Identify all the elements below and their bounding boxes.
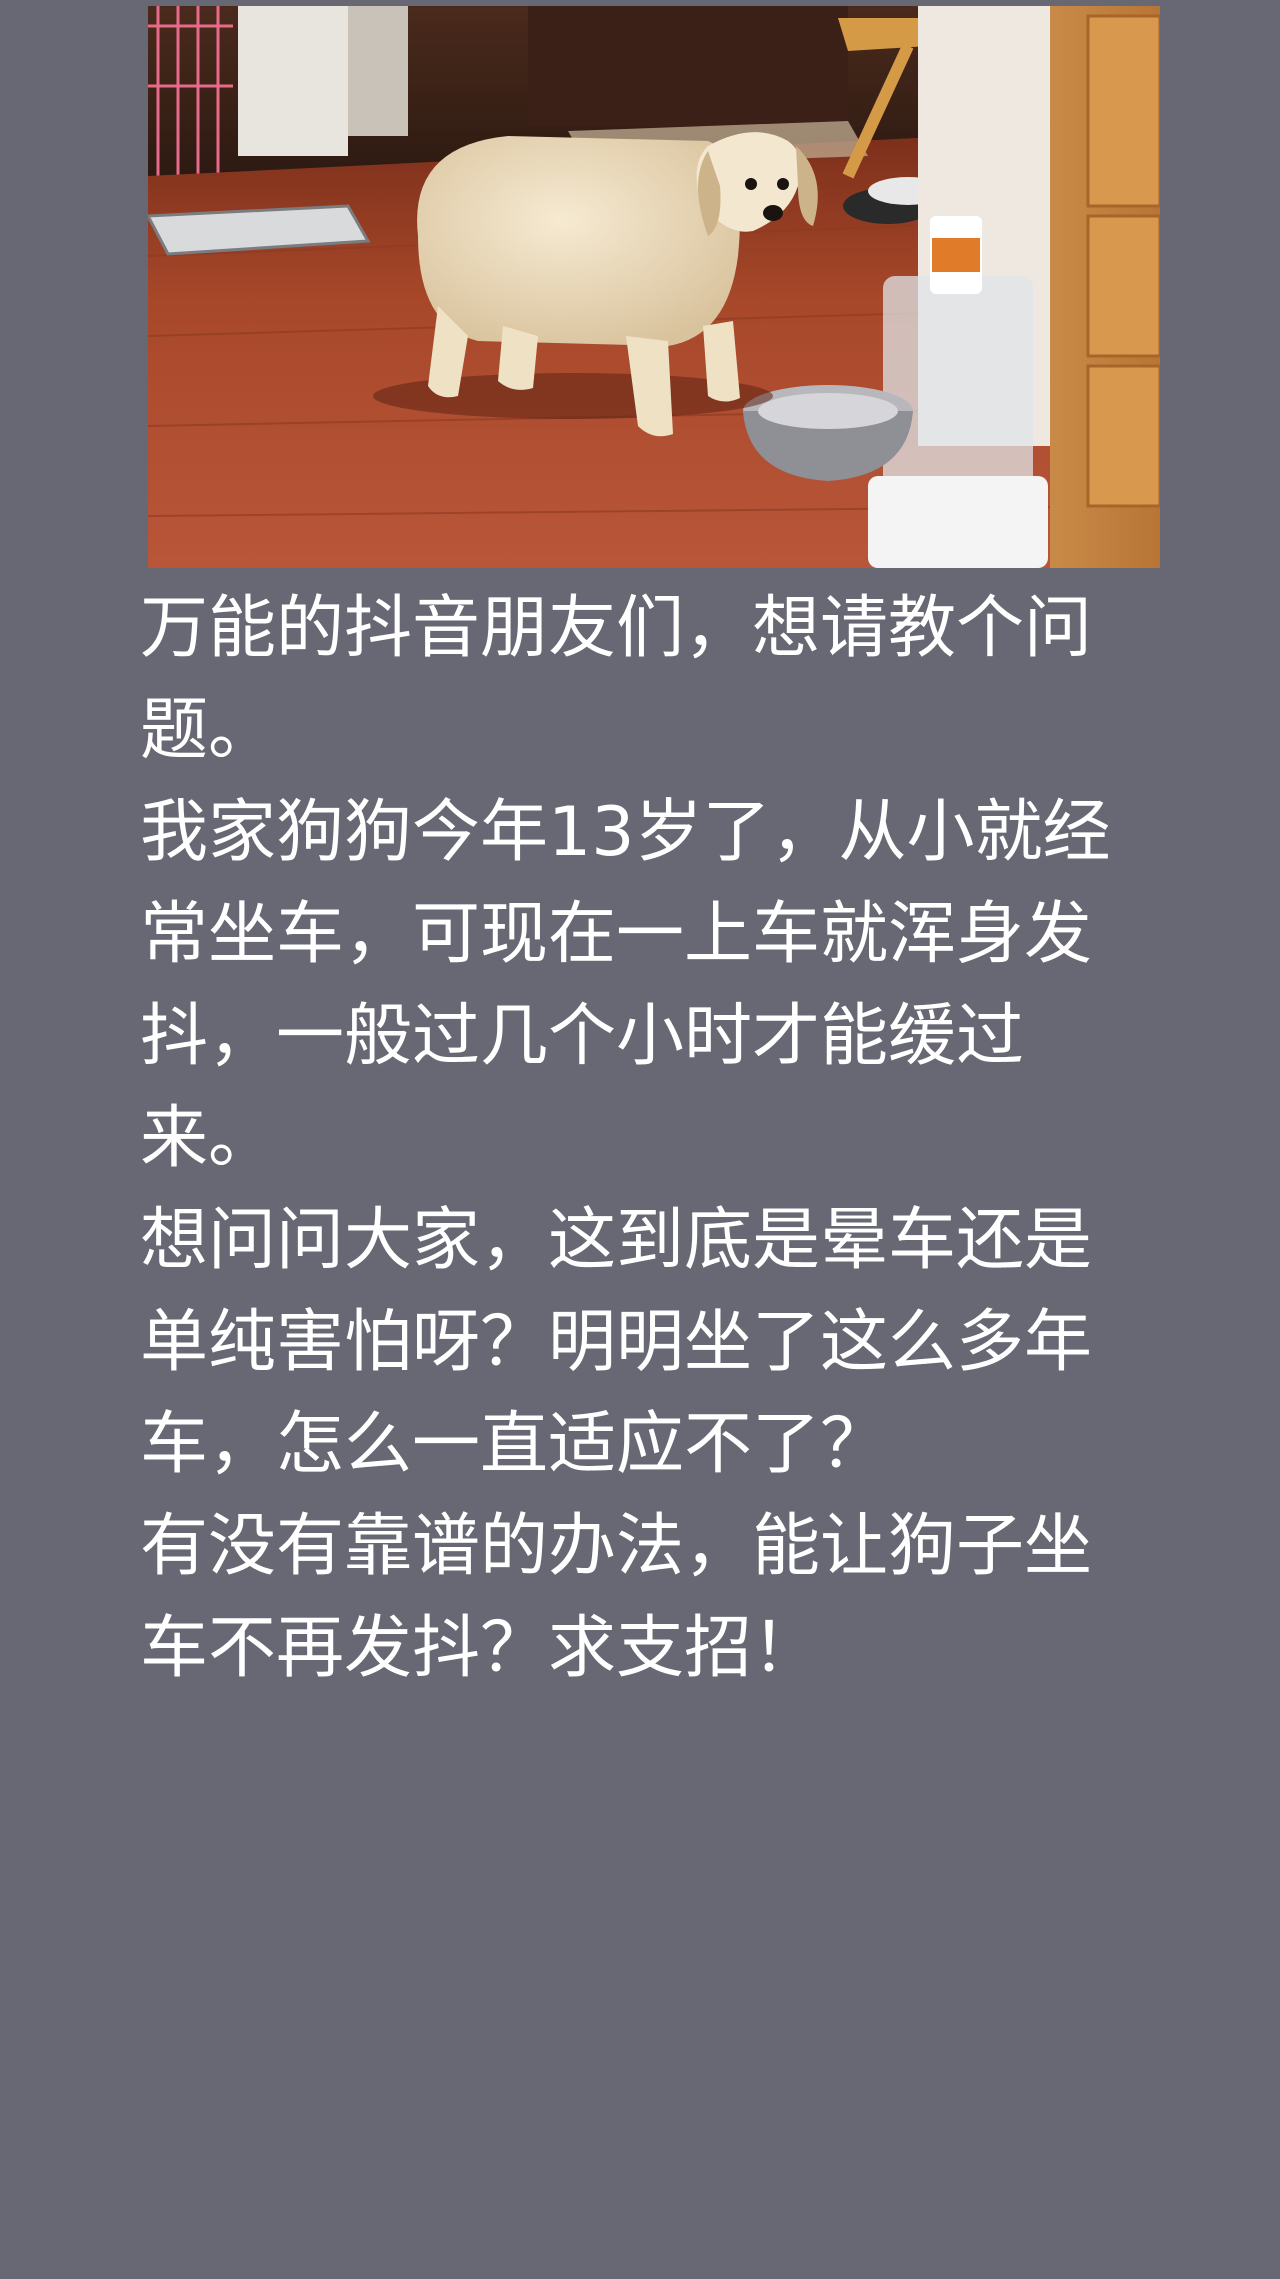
post-body: 万能的抖音朋友们，想请教个问题。 我家狗狗今年13岁了，从小就经常坐车，可现在一… (140, 578, 1140, 1700)
post-paragraph: 我家狗狗今年13岁了，从小就经常坐车，可现在一上车就浑身发抖，一般过几个小时才能… (140, 793, 1111, 1178)
dog-photo-illustration (148, 6, 1160, 568)
post-paragraph: 有没有靠谱的办法，能让狗子坐车不再发抖？求支招！ (140, 1507, 1093, 1688)
post-paragraph: 想问问大家，这到底是晕车还是单纯害怕呀？明明坐了这么多年车，怎么一直适应不了？ (140, 1201, 1093, 1484)
stool (838, 18, 928, 51)
post-paragraph: 万能的抖音朋友们，想请教个问题。 (140, 589, 1093, 770)
post-photo[interactable] (148, 6, 1160, 568)
water-dispenser (883, 276, 1033, 496)
